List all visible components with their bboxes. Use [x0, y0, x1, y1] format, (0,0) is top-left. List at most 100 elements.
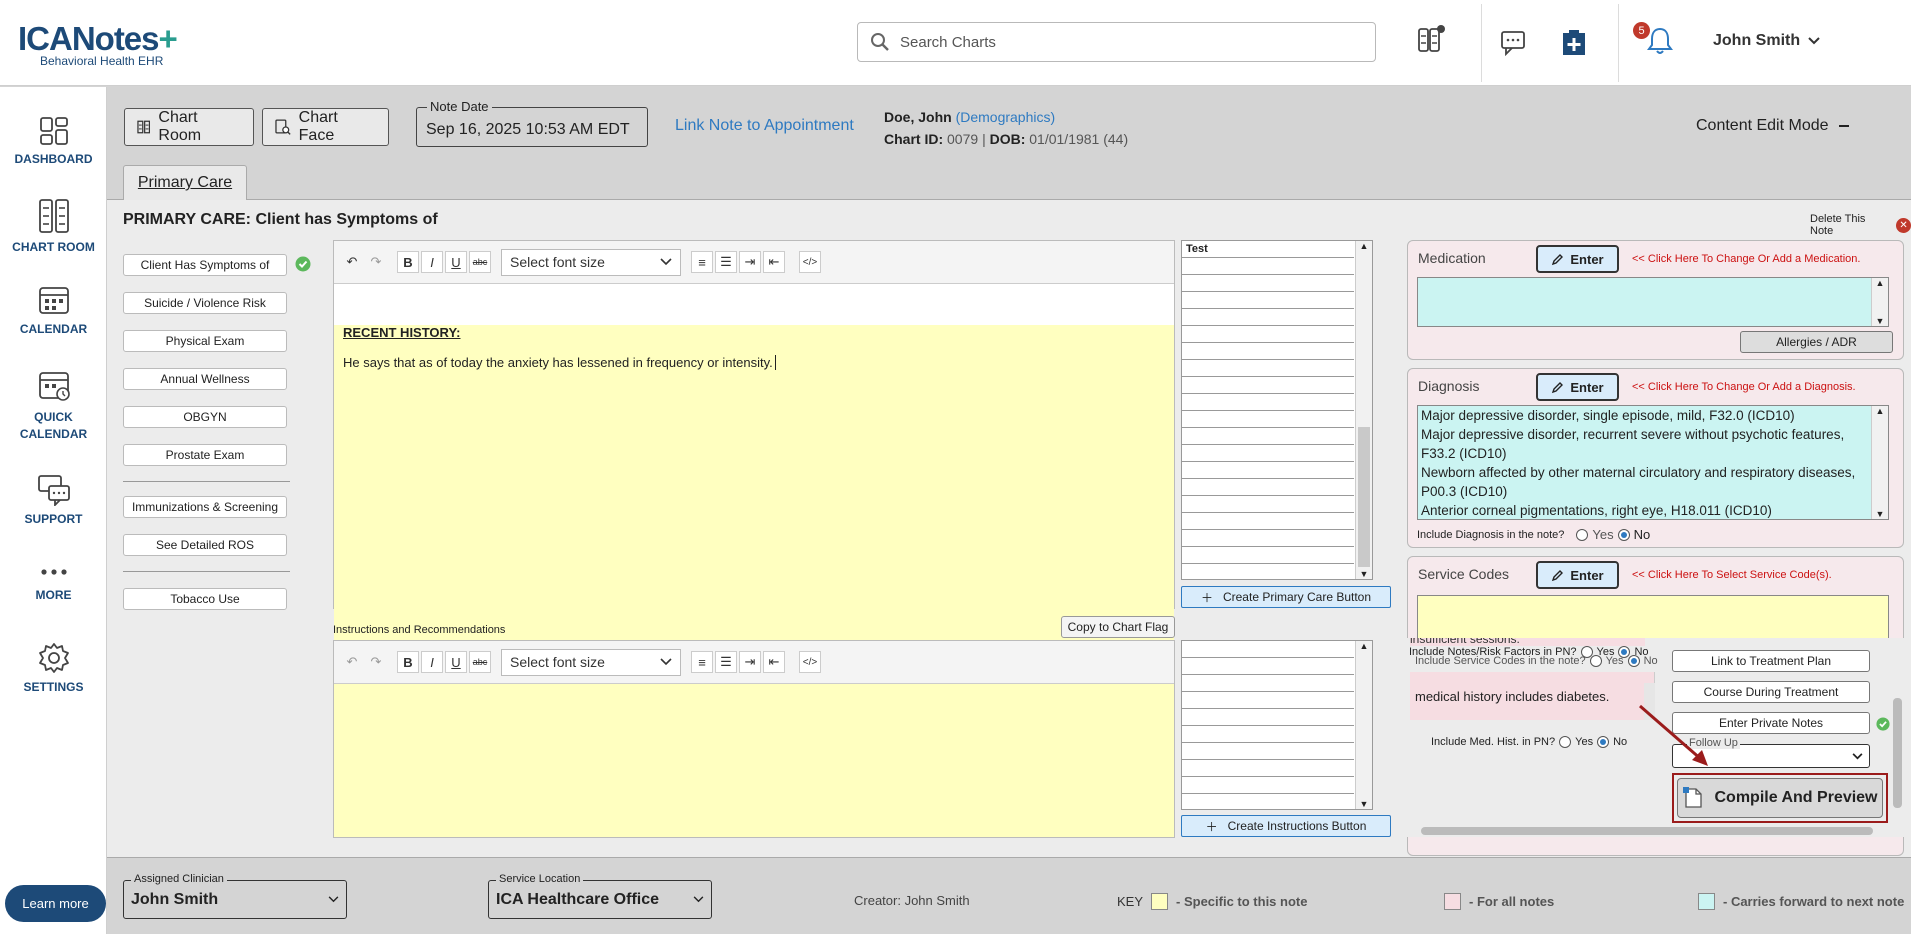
diagnosis-list[interactable]: Major depressive disorder, single episod…	[1417, 405, 1889, 520]
include-service-codes-yes[interactable]	[1589, 655, 1602, 667]
source-code-icon[interactable]: </>	[799, 651, 821, 673]
create-primary-care-button[interactable]: ＋ Create Primary Care Button	[1181, 586, 1391, 608]
notification-badge: 5	[1633, 22, 1650, 39]
underline-button[interactable]: U	[445, 251, 467, 273]
include-med-hist-yes[interactable]	[1559, 736, 1572, 748]
grid-scrollbar[interactable]: ▲ ▼	[1355, 641, 1372, 809]
indent-icon[interactable]: ⇥	[739, 251, 761, 273]
vertical-scrollbar[interactable]	[1891, 638, 1904, 828]
sidebar-item-settings[interactable]: SETTINGS	[0, 642, 107, 694]
include-med-hist-no[interactable]	[1597, 736, 1610, 748]
sidebar-item-more[interactable]: MORE	[0, 562, 107, 602]
quick-calendar-icon	[38, 372, 70, 401]
undo-icon[interactable]: ↶	[341, 251, 363, 273]
strikethrough-button[interactable]: abc	[469, 651, 491, 673]
create-instructions-button[interactable]: ＋ Create Instructions Button	[1181, 815, 1391, 837]
dashboard-icon	[39, 117, 68, 145]
notes-fragment: insufficient sessions.	[1410, 638, 1645, 646]
physical-exam-button[interactable]: Physical Exam	[123, 330, 287, 352]
service-codes-enter-button[interactable]: Enter	[1536, 561, 1619, 589]
bullet-list-icon[interactable]: ☰	[715, 651, 737, 673]
obgyn-button[interactable]: OBGYN	[123, 406, 287, 428]
numbered-list-icon[interactable]: ≡	[691, 251, 713, 273]
link-to-treatment-plan-button[interactable]: Link to Treatment Plan	[1672, 650, 1870, 672]
include-diagnosis-no[interactable]	[1617, 528, 1630, 541]
sidebar-item-quick-calendar[interactable]: QUICK CALENDAR	[0, 369, 107, 443]
see-detailed-ros-button[interactable]: See Detailed ROS	[123, 534, 287, 556]
medication-list[interactable]: ▲ ▼	[1417, 277, 1889, 327]
messages-icon[interactable]	[1500, 30, 1528, 56]
app-logo[interactable]: ICANotes+ Behavioral Health EHR	[18, 22, 178, 69]
compile-and-preview-button[interactable]: Compile And Preview	[1672, 773, 1888, 823]
font-size-select[interactable]: Select font size	[501, 648, 681, 676]
service-codes-list[interactable]	[1417, 595, 1889, 641]
numbered-list-icon[interactable]: ≡	[691, 651, 713, 673]
calendar-icon	[38, 287, 69, 314]
medical-history-box[interactable]: medical history includes diabetes.	[1410, 672, 1655, 720]
allergies-adr-button[interactable]: Allergies / ADR	[1740, 331, 1893, 353]
scrollbar[interactable]: ▲ ▼	[1871, 278, 1888, 326]
course-during-treatment-button[interactable]: Course During Treatment	[1672, 681, 1870, 703]
sidebar-item-dashboard[interactable]: DASHBOARD	[0, 116, 107, 166]
copy-to-chart-flag-button[interactable]: Copy to Chart Flag	[1061, 616, 1175, 638]
delete-note-button[interactable]: Delete This Note ✕	[1810, 213, 1911, 237]
annual-wellness-button[interactable]: Annual Wellness	[123, 368, 287, 390]
client-has-symptoms-button[interactable]: Client Has Symptoms of	[123, 254, 287, 276]
page-title: PRIMARY CARE: Client has Symptoms of	[123, 211, 438, 228]
tab-primary-care[interactable]: Primary Care	[123, 165, 247, 200]
include-service-codes-no[interactable]	[1627, 655, 1640, 667]
source-code-icon[interactable]: </>	[799, 251, 821, 273]
scrollbar[interactable]: ▲ ▼	[1871, 406, 1888, 519]
bold-button[interactable]: B	[397, 651, 419, 673]
content-edit-mode-toggle[interactable]: Content Edit Mode	[1696, 117, 1849, 135]
indent-icon[interactable]: ⇥	[739, 651, 761, 673]
close-icon: ✕	[1896, 217, 1911, 233]
italic-button[interactable]: I	[421, 651, 443, 673]
search-charts-input[interactable]: Search Charts	[857, 22, 1376, 62]
chart-face-button[interactable]: Chart Face	[262, 108, 389, 146]
tobacco-use-button[interactable]: Tobacco Use	[123, 588, 287, 610]
strikethrough-button[interactable]: abc	[469, 251, 491, 273]
link-note-to-appointment[interactable]: Link Note to Appointment	[675, 117, 854, 135]
underline-button[interactable]: U	[445, 651, 467, 673]
user-menu[interactable]: John Smith	[1713, 32, 1820, 50]
diagnosis-item: F33.2 (ICD10)	[1421, 446, 1507, 461]
italic-button[interactable]: I	[421, 251, 443, 273]
plus-icon: ＋	[1200, 590, 1213, 605]
medication-enter-button[interactable]: Enter	[1536, 245, 1619, 273]
undo-icon[interactable]: ↶	[341, 651, 363, 673]
bullet-list-icon[interactable]: ☰	[715, 251, 737, 273]
service-location-select[interactable]: Service Location ICA Healthcare Office	[488, 873, 712, 919]
add-patient-icon[interactable]	[1560, 27, 1588, 57]
grid-scrollbar[interactable]: ▲ ▼	[1355, 241, 1372, 579]
horizontal-scrollbar[interactable]	[1405, 825, 1904, 837]
sidebar-item-chart-room[interactable]: CHART ROOM	[0, 198, 107, 254]
demographics-link[interactable]: (Demographics)	[956, 109, 1056, 125]
redo-icon[interactable]: ↷	[365, 251, 387, 273]
learn-more-button[interactable]: Learn more	[5, 885, 106, 922]
charts-add-icon[interactable]	[1416, 24, 1446, 54]
redo-icon[interactable]: ↷	[365, 651, 387, 673]
outdent-icon[interactable]: ⇤	[763, 251, 785, 273]
instructions-body[interactable]	[334, 684, 1174, 837]
include-diagnosis-yes[interactable]	[1576, 528, 1589, 541]
chevron-down-icon	[1852, 752, 1863, 759]
immunizations-screening-button[interactable]: Immunizations & Screening	[123, 496, 287, 518]
note-date-field[interactable]: Note Date Sep 16, 2025 10:53 AM EDT	[416, 99, 648, 147]
editor-toolbar: ↶ ↷ B I U abc Select font size ≡ ☰ ⇥ ⇤ <…	[334, 241, 1174, 284]
prostate-exam-button[interactable]: Prostate Exam	[123, 444, 287, 466]
divider	[123, 481, 290, 482]
editor-body[interactable]: RECENT HISTORY: He says that as of today…	[334, 325, 1174, 649]
bold-button[interactable]: B	[397, 251, 419, 273]
sidebar-item-support[interactable]: SUPPORT	[0, 474, 107, 526]
sidebar-item-calendar[interactable]: CALENDAR	[0, 284, 107, 336]
font-size-select[interactable]: Select font size	[501, 248, 681, 276]
assigned-clinician-select[interactable]: Assigned Clinician John Smith	[123, 873, 347, 919]
diagnosis-item: Anterior corneal pigmentations, right ey…	[1421, 503, 1772, 518]
diagnosis-item: Major depressive disorder, single episod…	[1421, 408, 1795, 423]
diagnosis-enter-button[interactable]: Enter	[1536, 373, 1619, 401]
outdent-icon[interactable]: ⇤	[763, 651, 785, 673]
suicide-violence-risk-button[interactable]: Suicide / Violence Risk	[123, 292, 287, 314]
minus-icon	[1838, 125, 1849, 127]
chart-room-button[interactable]: Chart Room	[124, 108, 254, 146]
